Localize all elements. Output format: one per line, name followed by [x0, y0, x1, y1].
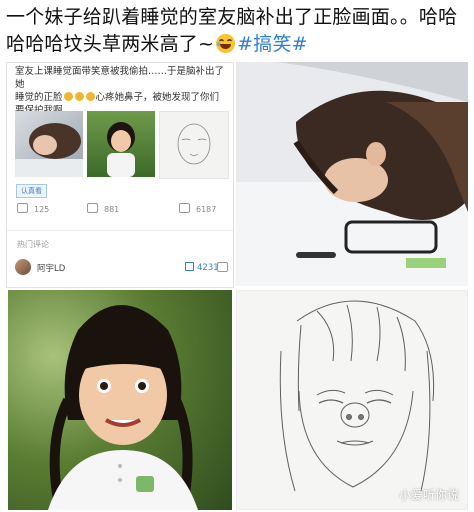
thumbnail-sketch[interactable] [159, 111, 229, 179]
comment-count: 881 [104, 205, 120, 214]
thumbnail-sleeping-girl[interactable] [15, 111, 83, 177]
photo-sleeping-roommate[interactable] [236, 62, 468, 286]
weibo-post-text: 室友上课睡觉面带笑意被我偷拍……于是脑补出了她 睡觉的正脸 心疼她鼻子，被她发现了… [15, 65, 227, 117]
comment-like-count[interactable]: 4231 [185, 262, 219, 273]
comment-button[interactable]: 881 [87, 203, 119, 214]
avatar[interactable] [15, 259, 31, 275]
comment-reply-icon[interactable] [217, 262, 228, 272]
comment-likes-value: 4231 [197, 263, 219, 273]
photo-little-girl[interactable] [8, 290, 232, 510]
thumbnail-little-girl[interactable] [87, 111, 155, 177]
divider [7, 230, 233, 231]
embedded-weibo-screenshot: 室友上课睡觉面带笑意被我偷拍……于是脑补出了她 睡觉的正脸 心疼她鼻子，被她发现了… [6, 62, 234, 288]
emoji-icon [74, 92, 84, 101]
thumbs-up-icon [185, 262, 194, 271]
laughing-tears-emoji-icon [216, 34, 236, 53]
sketch-drawing[interactable]: 小爱听你说 [236, 290, 468, 510]
like-count: 6187 [196, 205, 217, 214]
thumbs-up-icon [179, 203, 190, 213]
repost-button[interactable]: 125 [17, 203, 49, 214]
post-text-line-1: 室友上课睡觉面带笑意被我偷拍……于是脑补出了她 [15, 66, 225, 90]
emoji-icon [85, 92, 95, 101]
repost-icon [17, 203, 28, 213]
post-page: 一个妹子给趴着睡觉的室友脑补出了正脸画面。。哈哈哈哈哈坟头草两米高了~ #搞笑# … [0, 0, 474, 512]
post-caption: 一个妹子给趴着睡觉的室友脑补出了正脸画面。。哈哈哈哈哈坟头草两米高了~ #搞笑# [6, 4, 468, 58]
repost-count: 125 [34, 205, 50, 214]
like-button[interactable]: 6187 [179, 203, 216, 214]
post-actions-bar: 125 881 6187 [7, 203, 233, 219]
commenter-name[interactable]: 阿宇LD [37, 262, 65, 274]
topic-badge[interactable]: 认真看 [16, 184, 47, 198]
comment-row[interactable]: 阿宇LD 4231 [15, 258, 228, 280]
watermark: 小爱听你说 [398, 488, 459, 502]
post-text-line-2b: 心疼她鼻子，被她发现了你们 [95, 92, 220, 103]
emoji-icon [63, 92, 73, 101]
hot-comments-label: 热门评论 [17, 240, 49, 249]
post-text-line-2a: 睡觉的正脸 [15, 92, 63, 103]
comment-icon [87, 203, 98, 213]
hashtag-link[interactable]: #搞笑# [237, 33, 308, 55]
